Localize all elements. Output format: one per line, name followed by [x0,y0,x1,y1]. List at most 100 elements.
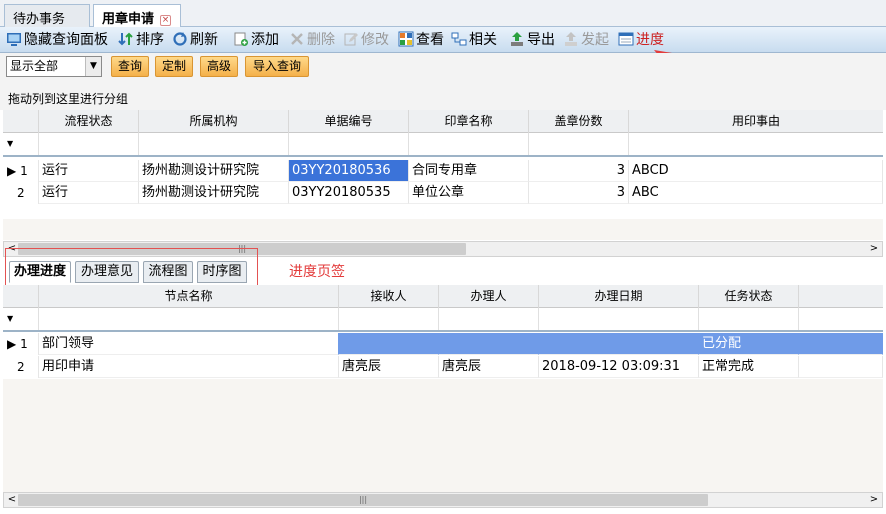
filter-cell[interactable] [539,308,699,330]
filter-bar: 显示全部 ▼ 查询 定制 高级 导入查询 [0,53,886,80]
table-row[interactable]: 2 用印申请 唐亮辰 唐亮辰 2018-09-12 03:09:31 正常完成 [3,356,883,378]
handler-cell[interactable] [439,333,539,355]
import-query-button[interactable]: 导入查询 [245,56,309,77]
receiver-cell[interactable]: 唐亮辰 [339,356,439,378]
tab-seal-application[interactable]: 用章申请 × [93,4,181,28]
scroll-thumb[interactable]: ||| [18,494,708,506]
filter-cell[interactable] [289,133,409,155]
advanced-button[interactable]: 高级 [200,56,238,77]
copies-cell[interactable]: 3 [529,160,629,182]
related-label: 相关 [469,32,497,48]
query-button[interactable]: 查询 [111,56,149,77]
detail-grid-header: 节点名称 接收人 办理人 办理日期 任务状态 [3,285,883,308]
upload-icon [565,32,577,46]
filler-cell [799,356,883,378]
filter-cell[interactable] [39,133,139,155]
annotation-label: 进度页签 [289,264,345,280]
display-filter-value: 显示全部 [10,59,59,73]
reason-cell[interactable]: ABC [629,182,883,204]
close-icon[interactable]: × [160,15,172,26]
refresh-button[interactable]: 刷新 [172,30,218,50]
display-filter-select[interactable]: 显示全部 ▼ [6,56,102,77]
filter-cell[interactable] [439,308,539,330]
header-spacer [3,285,39,308]
column-header[interactable]: 办理日期 [539,285,699,308]
filter-cell[interactable] [139,133,289,155]
main-grid-filter-row: ▼ [3,133,883,157]
view-button[interactable]: 查看 [398,30,444,50]
date-cell[interactable] [539,333,699,355]
sort-button[interactable]: 排序 [118,30,164,50]
status-cell[interactable]: 运行 [39,182,139,204]
seal-cell[interactable]: 合同专用章 [409,160,529,182]
column-header[interactable]: 接收人 [339,285,439,308]
date-cell[interactable]: 2018-09-12 03:09:31 [539,356,699,378]
filter-icon[interactable]: ▼ [7,314,15,323]
state-cell[interactable]: 已分配 [699,333,799,355]
status-cell[interactable]: 运行 [39,160,139,182]
column-header[interactable]: 办理人 [439,285,539,308]
column-header[interactable]: 单据编号 [289,110,409,133]
progress-icon [618,32,634,46]
filter-cell[interactable] [699,308,799,330]
scroll-right-icon[interactable]: > [866,493,882,507]
filter-cell[interactable] [409,133,529,155]
row-number: 1 [20,337,28,351]
row-indicator: ▶ 1 [3,333,39,355]
sort-icon [118,32,133,46]
column-header[interactable]: 用印事由 [629,110,883,133]
row-number: 1 [20,164,28,178]
filter-cell[interactable] [629,133,883,155]
hide-query-panel-button[interactable]: 隐藏查询面板 [6,30,108,50]
delete-label: 删除 [307,32,335,48]
row-indicator: 2 [3,356,39,378]
refresh-icon [173,32,187,46]
related-button[interactable]: 相关 [451,30,497,50]
add-button[interactable]: 添加 [233,30,279,50]
detail-grid-hscrollbar[interactable]: < ||| > [3,492,883,508]
state-cell[interactable]: 正常完成 [699,356,799,378]
seal-cell[interactable]: 单位公章 [409,182,529,204]
doc-no-cell[interactable]: 03YY20180535 [289,182,409,204]
main-grid: 流程状态 所属机构 单据编号 印章名称 盖章份数 用印事由 ▼ ▶ 1 运行 扬… [3,110,883,256]
start-button[interactable]: 发起 [563,30,609,50]
header-spacer [3,110,39,133]
table-row[interactable]: ▶ 1 运行 扬州勘测设计研究院 03YY20180536 合同专用章 3 AB… [3,160,883,182]
tab-label: 用章申请 [102,12,155,27]
column-header[interactable]: 流程状态 [39,110,139,133]
column-header[interactable]: 盖章份数 [529,110,629,133]
filter-cell[interactable] [39,308,339,330]
node-cell[interactable]: 部门领导 [39,333,339,355]
filter-cell[interactable] [529,133,629,155]
filter-cell[interactable] [339,308,439,330]
org-cell[interactable]: 扬州勘测设计研究院 [139,182,289,204]
delete-icon [291,33,303,45]
grid-blank-area [3,204,883,219]
column-header[interactable]: 所属机构 [139,110,289,133]
table-row[interactable]: ▶ 1 部门领导 已分配 [3,333,883,355]
tab-pending-tasks[interactable]: 待办事务× [4,4,90,41]
column-header[interactable]: 节点名称 [39,285,339,308]
handler-cell[interactable]: 唐亮辰 [439,356,539,378]
export-button[interactable]: 导出 [509,30,555,50]
edit-button[interactable]: 修改 [343,30,389,50]
table-row[interactable]: 2 运行 扬州勘测设计研究院 03YY20180535 单位公章 3 ABC [3,182,883,204]
filter-icon[interactable]: ▼ [7,139,15,148]
row-indicator: ▶ 1 [3,160,39,182]
column-header[interactable]: 任务状态 [699,285,799,308]
copies-cell[interactable]: 3 [529,182,629,204]
node-cell[interactable]: 用印申请 [39,356,339,378]
customize-button[interactable]: 定制 [155,56,193,77]
chevron-down-icon[interactable]: ▼ [85,57,101,76]
add-label: 添加 [251,32,279,48]
doc-no-cell[interactable]: 03YY20180536 [289,160,409,182]
scroll-right-icon[interactable]: > [866,242,882,256]
detail-grid: 节点名称 接收人 办理人 办理日期 任务状态 ▼ ▶ 1 部门领导 已分配 2 … [3,285,883,510]
current-row-arrow-icon: ▶ [7,164,17,178]
reason-cell[interactable]: ABCD [629,160,883,182]
group-by-hint[interactable]: 拖动列到这里进行分组 [0,80,886,110]
column-header[interactable]: 印章名称 [409,110,529,133]
org-cell[interactable]: 扬州勘测设计研究院 [139,160,289,182]
delete-button[interactable]: 删除 [289,30,335,50]
receiver-cell[interactable] [339,333,439,355]
